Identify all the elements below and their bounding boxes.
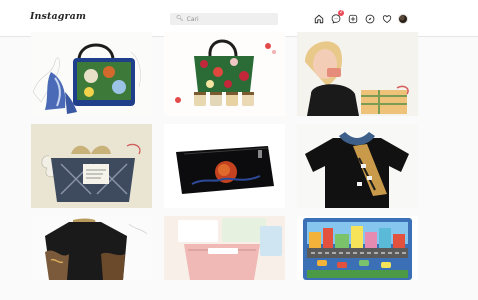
- activity-heart-icon: [382, 14, 391, 23]
- messenger-button[interactable]: 2: [330, 10, 344, 24]
- pink-pouch-photo: [164, 216, 285, 280]
- moon-pouch-photo: [164, 124, 285, 208]
- posts-grid: [31, 32, 418, 300]
- post-thumbnail-3[interactable]: [297, 32, 418, 116]
- post-thumbnail-9[interactable]: [297, 216, 418, 280]
- search-box[interactable]: 🔍︎: [170, 13, 278, 25]
- city-playmat-photo: [297, 216, 418, 280]
- new-post-button[interactable]: [347, 13, 358, 24]
- new-post-icon: [348, 14, 357, 23]
- post-thumbnail-1[interactable]: [31, 32, 152, 116]
- post-thumbnail-2[interactable]: [164, 32, 285, 116]
- post-thumbnail-4[interactable]: [31, 124, 152, 208]
- profile-avatar[interactable]: [398, 13, 408, 24]
- post-thumbnail-5[interactable]: [164, 124, 285, 208]
- search-icon: 🔍︎: [176, 15, 184, 22]
- search-input[interactable]: [186, 14, 273, 24]
- home-icon: [314, 14, 323, 23]
- post-thumbnail-7[interactable]: [31, 216, 152, 280]
- post-thumbnail-8[interactable]: [164, 216, 285, 280]
- explore-button[interactable]: [364, 13, 375, 24]
- nav-icons: 2: [313, 10, 408, 24]
- activity-button[interactable]: [381, 13, 392, 24]
- tote-bag-photo: [164, 32, 285, 116]
- wrapped-gift-photo: [31, 124, 152, 208]
- instagram-logo[interactable]: Instagram: [30, 11, 86, 22]
- home-button[interactable]: [313, 13, 324, 24]
- handbag-photo: [31, 32, 152, 116]
- messages-count-badge: 2: [338, 10, 344, 16]
- batik-dress-photo: [31, 216, 152, 280]
- shirt-with-scarf-photo: [297, 124, 418, 208]
- woman-with-gift-photo: [297, 32, 418, 116]
- explore-icon: [365, 14, 374, 23]
- post-thumbnail-6[interactable]: [297, 124, 418, 208]
